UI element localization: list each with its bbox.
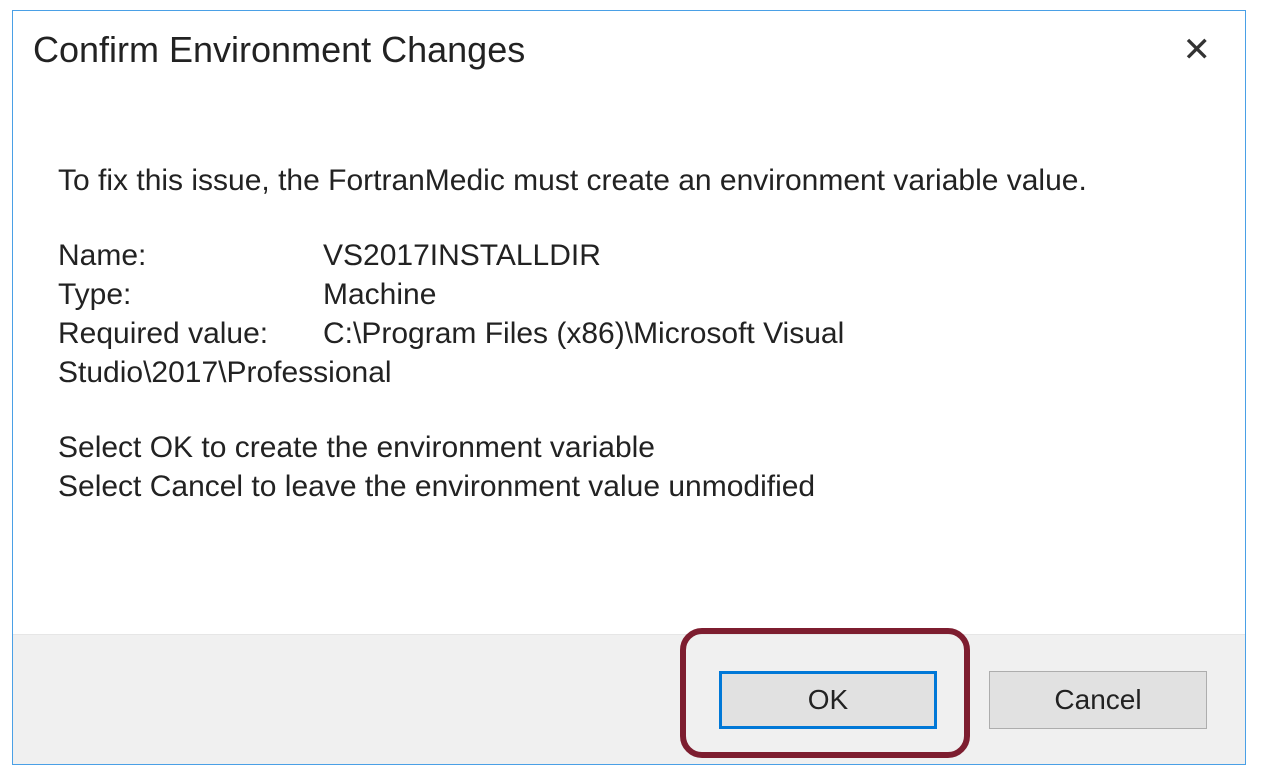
field-type: Type: Machine	[58, 275, 1205, 314]
button-bar: OK Cancel	[13, 634, 1245, 764]
instruction-cancel: Select Cancel to leave the environment v…	[58, 467, 1205, 506]
req-value-line2: Studio\2017\Professional	[58, 353, 1205, 392]
ok-button[interactable]: OK	[719, 671, 937, 729]
dialog-content: To fix this issue, the FortranMedic must…	[13, 71, 1245, 634]
cancel-button[interactable]: Cancel	[989, 671, 1207, 729]
instructions: Select OK to create the environment vari…	[58, 428, 1205, 506]
instruction-ok: Select OK to create the environment vari…	[58, 428, 1205, 467]
type-value: Machine	[323, 275, 1205, 314]
intro-text: To fix this issue, the FortranMedic must…	[58, 161, 1205, 200]
type-label: Type:	[58, 275, 323, 314]
name-value: VS2017INSTALLDIR	[323, 236, 1205, 275]
field-name: Name: VS2017INSTALLDIR	[58, 236, 1205, 275]
dialog-title: Confirm Environment Changes	[33, 29, 525, 71]
req-label: Required value:	[58, 314, 323, 353]
req-value-line1: C:\Program Files (x86)\Microsoft Visual	[323, 314, 1205, 353]
field-required-value: Required value: C:\Program Files (x86)\M…	[58, 314, 1205, 392]
confirm-dialog: Confirm Environment Changes ✕ To fix thi…	[12, 10, 1246, 765]
title-bar: Confirm Environment Changes ✕	[13, 11, 1245, 71]
name-label: Name:	[58, 236, 323, 275]
close-icon[interactable]: ✕	[1177, 29, 1218, 71]
